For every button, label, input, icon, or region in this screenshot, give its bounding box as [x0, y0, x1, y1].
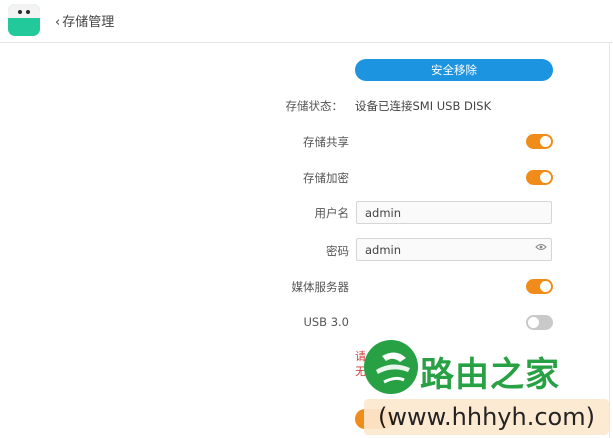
watermark-brand: 路由之家 — [420, 355, 560, 395]
status-label: 存储状态： — [285, 99, 344, 113]
app-logo — [8, 4, 40, 36]
status-value: 设备已连接SMI USB DISK — [355, 99, 492, 113]
encrypt-toggle[interactable] — [526, 170, 553, 185]
encrypt-label: 存储加密 — [303, 171, 349, 185]
watermark-url-box: (www.hhhyh.com) — [364, 399, 609, 435]
usb3-label: USB 3.0 — [303, 315, 349, 329]
usb3-toggle[interactable] — [526, 315, 553, 330]
safe-remove-button[interactable]: 安全移除 — [355, 59, 553, 81]
top-bar: ‹ 存储管理 — [0, 0, 613, 43]
watermark-url: (www.hhhyh.com) — [378, 403, 595, 431]
username-label: 用户名 — [314, 206, 350, 220]
watermark-logo-icon — [364, 340, 418, 394]
password-field[interactable] — [356, 238, 552, 261]
divider — [609, 42, 610, 438]
share-toggle[interactable] — [526, 134, 553, 149]
back-link[interactable]: ‹ 存储管理 — [55, 11, 114, 30]
media-server-label: 媒体服务器 — [291, 280, 350, 294]
password-label: 密码 — [326, 244, 349, 258]
page-title: 存储管理 — [62, 15, 115, 30]
username-field[interactable] — [356, 201, 552, 224]
share-label: 存储共享 — [303, 135, 349, 149]
chevron-left-icon: ‹ — [55, 15, 61, 30]
eye-icon[interactable] — [535, 243, 547, 251]
media-server-toggle[interactable] — [526, 279, 553, 294]
